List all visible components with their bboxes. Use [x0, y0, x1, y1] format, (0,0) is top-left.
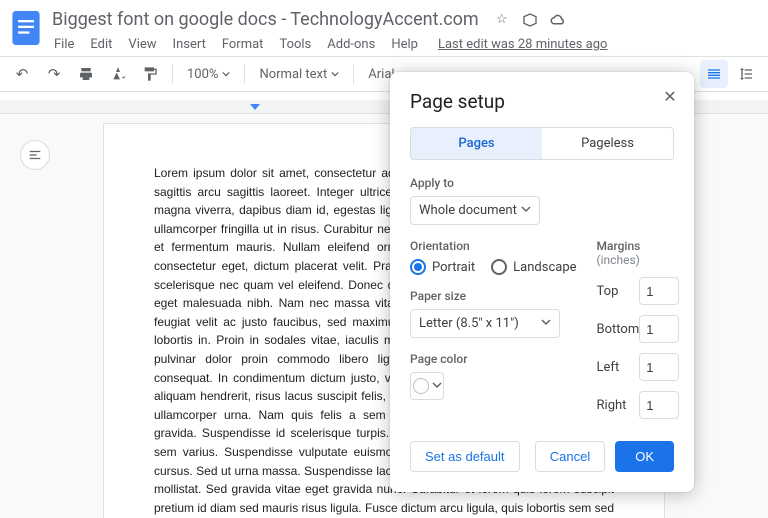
- cancel-button[interactable]: Cancel: [535, 441, 605, 472]
- apply-to-label: Apply to: [410, 176, 674, 190]
- menu-edit[interactable]: Edit: [84, 33, 118, 56]
- outline-toggle-icon[interactable]: [20, 140, 50, 170]
- orientation-portrait-radio[interactable]: Portrait: [410, 259, 475, 275]
- menu-addons[interactable]: Add-ons: [321, 33, 381, 56]
- orientation-landscape-radio[interactable]: Landscape: [491, 259, 576, 275]
- dialog-title: Page setup: [410, 90, 674, 113]
- margins-label: Margins (inches): [597, 239, 680, 267]
- last-edit-link[interactable]: Last edit was 28 minutes ago: [438, 37, 608, 52]
- margin-bottom-input[interactable]: [639, 315, 679, 343]
- docs-logo-icon[interactable]: [8, 8, 44, 48]
- margin-right-label: Right: [597, 398, 627, 413]
- paper-size-label: Paper size: [410, 289, 577, 303]
- apply-to-dropdown[interactable]: Whole document: [410, 196, 540, 225]
- margin-top-label: Top: [597, 284, 619, 299]
- menu-format[interactable]: Format: [216, 33, 270, 56]
- undo-icon[interactable]: ↶: [8, 60, 36, 88]
- menu-file[interactable]: File: [48, 33, 80, 56]
- set-default-button[interactable]: Set as default: [410, 441, 520, 472]
- dialog-tabs: Pages Pageless: [410, 127, 674, 160]
- orientation-label: Orientation: [410, 239, 577, 253]
- menu-insert[interactable]: Insert: [167, 33, 212, 56]
- page-color-dropdown[interactable]: [410, 372, 444, 400]
- header: Biggest font on google docs - Technology…: [0, 0, 768, 56]
- page-color-label: Page color: [410, 352, 577, 366]
- page-setup-dialog: Page setup ✕ Pages Pageless Apply to Who…: [390, 72, 694, 492]
- menu-help[interactable]: Help: [385, 33, 424, 56]
- redo-icon[interactable]: ↷: [40, 60, 68, 88]
- margin-bottom-label: Bottom: [597, 322, 640, 337]
- menu-view[interactable]: View: [122, 33, 162, 56]
- line-spacing-icon[interactable]: [732, 60, 760, 88]
- move-icon[interactable]: [521, 11, 539, 29]
- tab-pages[interactable]: Pages: [411, 128, 542, 159]
- paper-size-dropdown[interactable]: Letter (8.5" x 11"): [410, 309, 560, 338]
- star-icon[interactable]: ☆: [493, 11, 511, 29]
- margin-left-label: Left: [597, 360, 620, 375]
- spellcheck-icon[interactable]: [104, 60, 132, 88]
- cloud-icon[interactable]: [549, 11, 567, 29]
- style-dropdown[interactable]: Normal text: [253, 61, 345, 87]
- align-justify-icon[interactable]: [700, 60, 728, 88]
- ok-button[interactable]: OK: [615, 441, 674, 472]
- close-icon[interactable]: ✕: [660, 86, 680, 106]
- margin-right-input[interactable]: [639, 391, 679, 419]
- margin-top-input[interactable]: [639, 277, 679, 305]
- document-title[interactable]: Biggest font on google docs - Technology…: [48, 8, 483, 31]
- menu-tools[interactable]: Tools: [273, 33, 317, 56]
- paint-format-icon[interactable]: [136, 60, 164, 88]
- zoom-dropdown[interactable]: 100%: [181, 61, 236, 87]
- print-icon[interactable]: [72, 60, 100, 88]
- tab-pageless[interactable]: Pageless: [542, 128, 673, 159]
- margin-left-input[interactable]: [639, 353, 679, 381]
